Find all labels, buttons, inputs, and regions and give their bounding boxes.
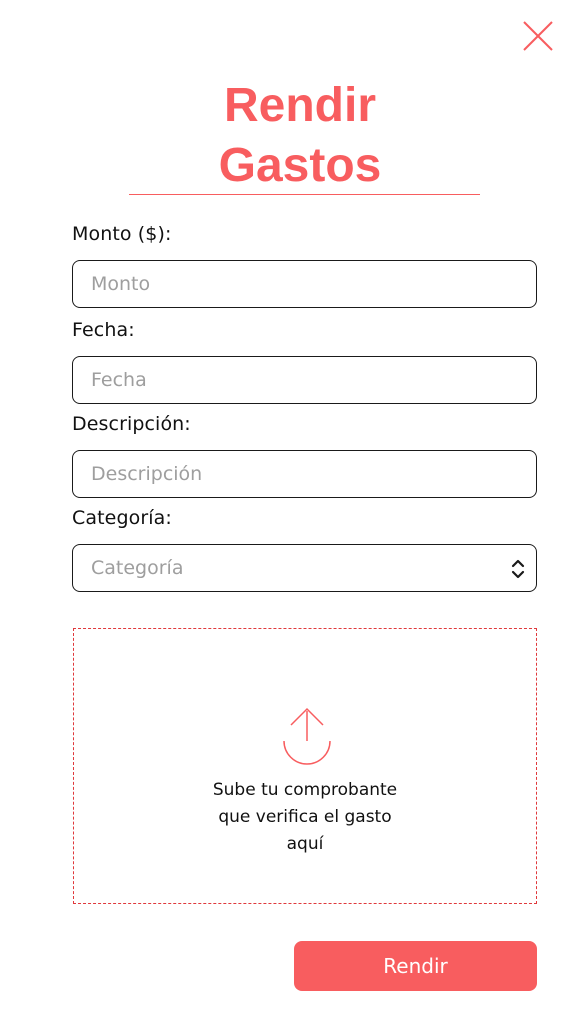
monto-input[interactable] (73, 261, 536, 307)
descripcion-field (72, 450, 537, 498)
rendir-gastos-screen: Rendir Gastos Monto ($): Fecha: Descripc… (0, 0, 575, 1014)
categoria-label: Categoría: (72, 507, 172, 529)
monto-field (72, 260, 537, 308)
fecha-input[interactable] (73, 357, 536, 403)
close-icon (523, 21, 553, 51)
upload-dropzone[interactable]: Sube tu comprobante que verifica el gast… (73, 628, 537, 904)
upload-text-line-3: aquí (286, 834, 324, 854)
fecha-label: Fecha: (72, 319, 135, 341)
upload-arrow-icon (283, 707, 331, 765)
title-divider (129, 194, 480, 195)
rendir-submit-button[interactable]: Rendir (294, 941, 537, 991)
categoria-selected-value: Categoría (91, 557, 184, 579)
upload-text-line-2: que verifica el gasto (218, 807, 392, 827)
monto-label: Monto ($): (72, 223, 172, 245)
close-button[interactable] (518, 16, 558, 56)
page-title: Rendir Gastos (130, 76, 470, 196)
chevron-updown-icon (511, 559, 525, 579)
categoria-select[interactable]: Categoría (72, 544, 537, 592)
upload-text-line-1: Sube tu comprobante (212, 780, 398, 800)
descripcion-input[interactable] (73, 451, 536, 497)
title-line-2: Gastos (218, 139, 382, 192)
title-line-1: Rendir (223, 79, 376, 132)
descripcion-label: Descripción: (72, 413, 191, 435)
fecha-field (72, 356, 537, 404)
upload-instructions: Sube tu comprobante que verifica el gast… (74, 777, 536, 858)
